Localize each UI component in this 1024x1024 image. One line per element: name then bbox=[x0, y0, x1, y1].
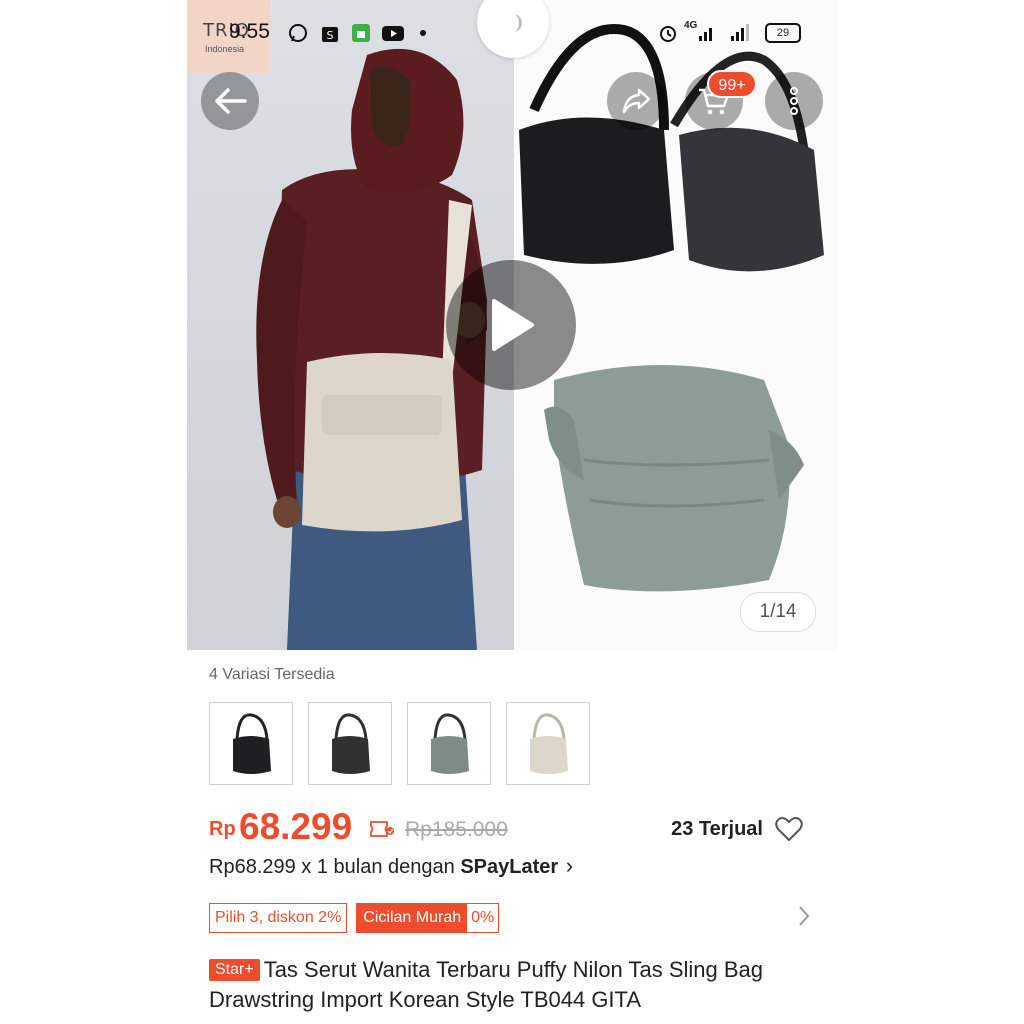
more-options-button[interactable] bbox=[765, 72, 823, 130]
store-app-icon bbox=[352, 24, 370, 42]
variation-thumb-black[interactable] bbox=[209, 702, 293, 785]
bag-thumbnail bbox=[431, 712, 469, 774]
bag-thumbnail bbox=[530, 712, 568, 774]
product-title: Star+ Tas Serut Wanita Terbaru Puffy Nilo… bbox=[209, 955, 809, 1015]
signal-strength-icon bbox=[699, 28, 712, 41]
bag-thumbnail bbox=[332, 712, 370, 774]
variation-thumb-sage[interactable] bbox=[407, 702, 491, 785]
cart-count-badge: 99+ bbox=[707, 70, 757, 98]
paylater-info[interactable]: Rp68.299 x 1 bulan dengan SPayLater › bbox=[209, 853, 573, 879]
chevron-right-icon: › bbox=[565, 853, 574, 878]
voucher-icon bbox=[370, 821, 394, 837]
share-icon bbox=[622, 88, 651, 114]
paylater-brand: SPayLater bbox=[460, 856, 559, 878]
status-bar: 9:55 S 4G 29 bbox=[187, 0, 837, 62]
arrow-left-icon bbox=[215, 88, 247, 114]
more-vertical-icon bbox=[790, 87, 798, 115]
price-currency: Rp bbox=[209, 818, 236, 840]
notification-dot-icon bbox=[420, 30, 426, 36]
star-plus-badge: Star+ bbox=[209, 959, 260, 981]
heart-icon[interactable] bbox=[775, 816, 803, 842]
share-button[interactable] bbox=[607, 72, 665, 130]
whatsapp-icon bbox=[289, 24, 307, 42]
signal-strength-icon-2 bbox=[731, 24, 749, 41]
installment-label: Cicilan Murah bbox=[357, 904, 468, 932]
promo-tags[interactable]: Pilih 3, diskon 2% Cicilan Murah 0% bbox=[209, 903, 500, 933]
back-button[interactable] bbox=[201, 72, 259, 130]
bag-thumbnail bbox=[233, 712, 271, 774]
original-price: Rp185.000 bbox=[405, 818, 508, 841]
current-price: 68.299 bbox=[239, 806, 353, 847]
shopee-icon: S bbox=[322, 27, 338, 42]
play-icon bbox=[492, 299, 534, 351]
product-page: TRIO Indonesia 9:55 S 4G 29 99+ 1/14 4 V… bbox=[187, 0, 837, 1024]
sold-count: 23 Terjual bbox=[671, 818, 763, 840]
camera-cutout bbox=[477, 0, 549, 58]
bundle-discount-tag[interactable]: Pilih 3, diskon 2% bbox=[209, 903, 348, 933]
battery-level: 29 bbox=[776, 27, 790, 39]
variation-thumb-cream[interactable] bbox=[506, 702, 590, 785]
alarm-icon bbox=[660, 26, 676, 42]
paylater-text: Rp68.299 x 1 bulan dengan bbox=[209, 856, 461, 878]
product-title-text: Tas Serut Wanita Terbaru Puffy Nilon Tas… bbox=[209, 957, 764, 1012]
variation-thumb-dark-grey[interactable] bbox=[308, 702, 392, 785]
battery-icon: 29 bbox=[765, 23, 801, 43]
youtube-icon bbox=[382, 26, 404, 41]
image-counter: 1/14 bbox=[740, 592, 816, 632]
installment-tag[interactable]: Cicilan Murah 0% bbox=[356, 903, 500, 933]
svg-text:S: S bbox=[327, 29, 334, 42]
chevron-right-icon[interactable] bbox=[797, 904, 811, 928]
installment-rate: 0% bbox=[471, 909, 495, 926]
price-row: Rp 68.299 Rp185.000 23 Terjual bbox=[209, 806, 819, 852]
status-time: 9:55 bbox=[229, 20, 270, 43]
product-image-gallery[interactable]: TRIO Indonesia 9:55 S 4G 29 99+ 1/14 bbox=[187, 0, 837, 650]
play-video-button[interactable] bbox=[446, 260, 576, 390]
variation-list bbox=[209, 702, 590, 785]
variations-title: 4 Variasi Tersedia bbox=[209, 666, 335, 683]
network-type: 4G bbox=[684, 20, 698, 31]
